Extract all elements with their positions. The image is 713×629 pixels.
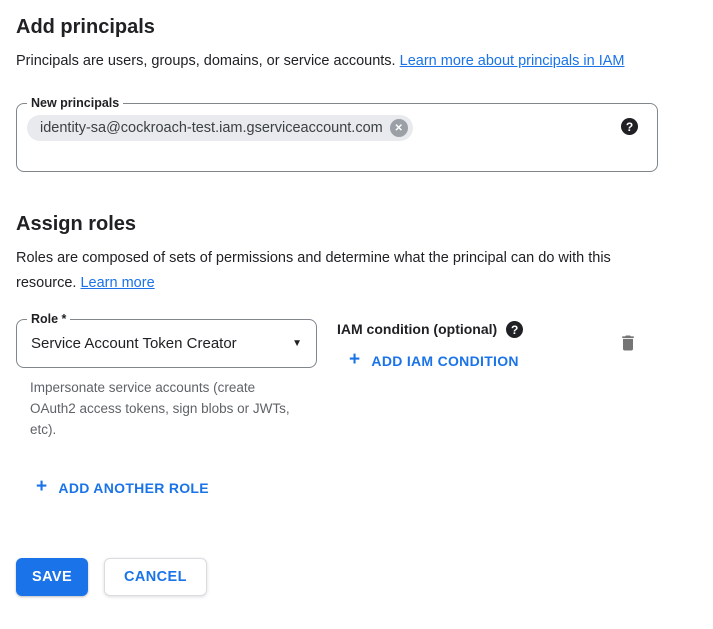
principal-chip-label: identity-sa@cockroach-test.iam.gservicea… xyxy=(40,120,383,136)
new-principals-field[interactable]: New principals identity-sa@cockroach-tes… xyxy=(16,103,658,172)
new-principals-label: New principals xyxy=(27,95,123,111)
principals-help-icon[interactable]: ? xyxy=(621,118,638,135)
iam-condition-label: IAM condition (optional) xyxy=(337,321,497,338)
add-principals-title: Add principals xyxy=(16,0,697,39)
learn-more-principals-link[interactable]: Learn more about principals in IAM xyxy=(400,53,625,69)
iam-condition-help-icon[interactable]: ? xyxy=(506,321,523,338)
delete-role-column xyxy=(618,319,638,357)
principals-description-text: Principals are users, groups, domains, o… xyxy=(16,53,400,69)
chip-remove-button[interactable]: ✕ xyxy=(390,119,408,137)
role-row: Role * Service Account Token Creator ▼ I… xyxy=(16,319,697,440)
chevron-down-icon: ▼ xyxy=(292,339,302,349)
save-button[interactable]: SAVE xyxy=(16,558,88,596)
assign-roles-title: Assign roles xyxy=(16,212,697,236)
role-selected-value: Service Account Token Creator xyxy=(31,335,237,352)
role-label: Role * xyxy=(27,311,70,327)
iam-condition-label-row: IAM condition (optional) ? xyxy=(337,321,523,338)
learn-more-roles-link[interactable]: Learn more xyxy=(80,275,154,291)
plus-icon: + xyxy=(36,477,47,496)
iam-condition-column: IAM condition (optional) ? + ADD IAM CON… xyxy=(337,319,523,371)
add-another-role-button[interactable]: + ADD ANOTHER ROLE xyxy=(36,478,209,497)
dialog-footer: SAVE CANCEL xyxy=(16,558,697,596)
plus-icon: + xyxy=(349,350,360,369)
add-iam-condition-label: ADD IAM CONDITION xyxy=(371,353,518,369)
add-principals-panel: Add principals Principals are users, gro… xyxy=(0,0,713,596)
add-iam-condition-button[interactable]: + ADD IAM CONDITION xyxy=(349,351,519,370)
role-select[interactable]: Role * Service Account Token Creator ▼ xyxy=(16,319,317,368)
cancel-button[interactable]: CANCEL xyxy=(104,558,207,596)
principals-description: Principals are users, groups, domains, o… xyxy=(16,49,666,74)
roles-description: Roles are composed of sets of permission… xyxy=(16,246,666,296)
principal-chip: identity-sa@cockroach-test.iam.gservicea… xyxy=(27,115,413,141)
add-another-role-label: ADD ANOTHER ROLE xyxy=(58,480,209,496)
trash-icon xyxy=(618,332,638,354)
close-icon: ✕ xyxy=(395,123,403,134)
question-mark-icon: ? xyxy=(626,120,633,134)
role-helper-text: Impersonate service accounts (create OAu… xyxy=(30,377,303,440)
question-mark-icon: ? xyxy=(511,323,518,337)
delete-role-button[interactable] xyxy=(618,332,638,357)
role-column: Role * Service Account Token Creator ▼ I… xyxy=(16,319,317,440)
